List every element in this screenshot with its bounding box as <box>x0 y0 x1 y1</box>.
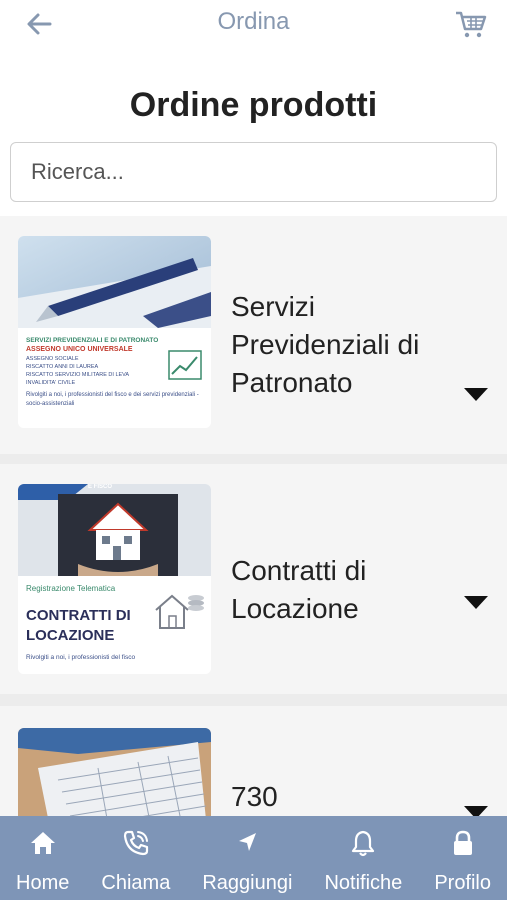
caret-down-icon[interactable] <box>463 804 489 816</box>
tab-label: Home <box>16 872 70 894</box>
cart-button[interactable] <box>453 8 489 40</box>
page-title: Ordine prodotti <box>129 86 378 124</box>
tab-home[interactable]: Home <box>0 816 85 900</box>
tab-raggiungi[interactable]: Raggiungi <box>186 816 308 900</box>
product-title: Contratti di Locazione <box>231 555 367 624</box>
search-input[interactable] <box>11 143 496 201</box>
search-box <box>10 142 497 202</box>
home-icon <box>30 832 55 854</box>
bottom-tab-bar: Home Chiama Raggiungi Notifiche Profilo <box>0 816 507 900</box>
navigation-arrow-icon <box>239 833 257 851</box>
product-card-servizi[interactable]: SERVIZI PREVIDENZIALI E DI PATRONATO ASS… <box>0 216 507 454</box>
tab-profilo[interactable]: Profilo <box>418 816 507 900</box>
tab-label: Raggiungi <box>202 872 293 894</box>
tab-notifiche[interactable]: Notifiche <box>308 816 418 900</box>
image-item: RISCATTO SERVIZIO MILITARE DI LEVA <box>26 372 130 378</box>
header-title: Ordina <box>217 8 290 35</box>
product-card-contratti[interactable]: E FISCO Registrazione Telematica CONTRAT… <box>0 464 507 694</box>
caret-down-icon[interactable] <box>463 594 489 610</box>
product-image-730 <box>18 728 211 816</box>
caret-down-icon[interactable] <box>463 386 489 402</box>
phone-icon <box>123 830 148 856</box>
top-bar: Ordina <box>0 0 507 48</box>
image-footer: Rivolgiti a noi, i professionisti del fi… <box>26 392 199 407</box>
image-heading: SERVIZI PREVIDENZIALI E DI PATRONATO <box>26 337 159 344</box>
image-top-text: E FISCO <box>88 484 113 490</box>
image-heading: CONTRATTI DI LOCAZIONE <box>26 607 131 644</box>
product-image-contratti: E FISCO Registrazione Telematica CONTRAT… <box>18 484 211 674</box>
tab-chiama[interactable]: Chiama <box>85 816 186 900</box>
chart-icon <box>168 350 202 380</box>
image-footer: Rivolgiti a noi, i professionisti del fi… <box>26 654 136 661</box>
product-title: 730 <box>231 781 278 812</box>
tab-label: Notifiche <box>324 872 403 894</box>
image-item: INVALIDITA' CIVILE <box>26 380 76 386</box>
house-outline-icon <box>155 594 204 629</box>
tax-form-image <box>18 728 211 816</box>
product-card-730[interactable]: 730 <box>0 706 507 816</box>
lock-icon <box>453 830 472 855</box>
image-item: RISCATTO ANNI DI LAUREA <box>26 364 99 370</box>
product-image-servizi: SERVIZI PREVIDENZIALI E DI PATRONATO ASS… <box>18 236 211 428</box>
tab-label: Chiama <box>101 872 171 894</box>
bell-icon <box>352 830 375 857</box>
image-subheading: ASSEGNO UNICO UNIVERSALE <box>26 346 133 353</box>
product-title: Servizi Previdenziali di Patronato <box>231 291 420 398</box>
cart-icon <box>456 11 487 38</box>
image-caption: Registrazione Telematica <box>26 584 116 593</box>
product-list: SERVIZI PREVIDENZIALI E DI PATRONATO ASS… <box>0 216 507 816</box>
image-item: ASSEGNO SOCIALE <box>26 356 79 362</box>
tab-label: Profilo <box>434 872 492 894</box>
